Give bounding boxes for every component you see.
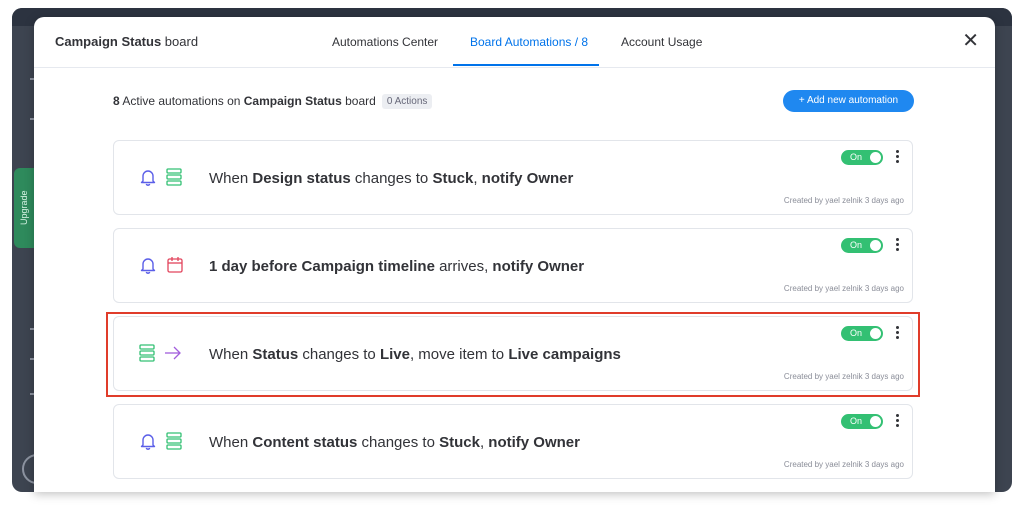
- automation-toggle[interactable]: On: [841, 414, 883, 429]
- summary-board-name: Campaign Status: [243, 94, 342, 108]
- modal-header: Campaign Status board Automations Center…: [34, 17, 995, 68]
- recipe-keyword: Design status: [252, 170, 351, 187]
- more-options-icon[interactable]: [895, 150, 901, 164]
- automation-toggle[interactable]: On: [841, 238, 883, 253]
- tab-account-usage[interactable]: Account Usage: [621, 35, 702, 49]
- created-by-text: Created by yael zelnik 3 days ago: [783, 284, 904, 293]
- recipe-keyword: Stuck: [439, 434, 480, 451]
- automation-toggle[interactable]: On: [841, 150, 883, 165]
- actions-badge: 0 Actions: [381, 94, 433, 109]
- summary-text: Active automations on: [119, 94, 244, 108]
- recipe-keyword: notify Owner: [481, 170, 574, 187]
- recipe-text: changes to: [350, 170, 433, 187]
- tab-automations-center[interactable]: Automations Center: [332, 35, 438, 49]
- automation-card[interactable]: When Design status changes to Stuck, not…: [113, 140, 913, 215]
- recipe-keyword: Campaign timeline: [301, 258, 435, 275]
- recipe-keyword: 1 day before: [209, 258, 302, 275]
- more-options-icon[interactable]: [895, 414, 901, 428]
- bell-icon: [139, 432, 157, 455]
- created-by-text: Created by yael zelnik 3 days ago: [783, 196, 904, 205]
- automation-recipe: When Design status changes to Stuck, not…: [209, 170, 573, 187]
- close-icon[interactable]: ✕: [962, 31, 979, 51]
- toggle-label: On: [850, 240, 863, 250]
- automations-modal: Campaign Status board Automations Center…: [34, 17, 995, 492]
- recipe-text: arrives,: [434, 258, 493, 275]
- upgrade-tab: Upgrade: [14, 168, 34, 248]
- toggle-knob: [870, 152, 881, 163]
- automation-icons: [139, 256, 184, 279]
- tab-board-automations[interactable]: Board Automations / 8: [470, 35, 588, 49]
- toggle-knob: [870, 416, 881, 427]
- toggle-label: On: [850, 416, 863, 426]
- recipe-keyword: notify Owner: [488, 434, 580, 451]
- status-column-icon: [166, 431, 182, 455]
- recipe-text: ,: [473, 170, 482, 187]
- highlight-box: [106, 312, 920, 397]
- bell-icon: [139, 256, 157, 279]
- add-automation-button[interactable]: + Add new automation: [783, 90, 914, 112]
- board-name: Campaign Status: [55, 34, 162, 49]
- modal-title: Campaign Status board: [55, 34, 198, 49]
- recipe-text: When: [209, 170, 253, 187]
- automation-recipe: 1 day before Campaign timeline arrives, …: [209, 258, 584, 275]
- summary-text-end: board: [341, 94, 376, 108]
- automation-icons: [139, 167, 182, 191]
- more-options-icon[interactable]: [895, 238, 901, 252]
- status-column-icon: [166, 167, 182, 191]
- recipe-text: changes to: [357, 434, 440, 451]
- automation-card[interactable]: 1 day before Campaign timeline arrives, …: [113, 228, 913, 303]
- created-by-text: Created by yael zelnik 3 days ago: [783, 460, 904, 469]
- automation-card[interactable]: When Content status changes to Stuck, no…: [113, 404, 913, 479]
- recipe-keyword: Content status: [252, 434, 358, 451]
- automation-icons: [139, 431, 182, 455]
- title-suffix: board: [161, 34, 199, 49]
- automation-count: 8: [113, 94, 120, 108]
- calendar-icon: [166, 256, 184, 279]
- automations-summary: 8 Active automations on Campaign Status …: [113, 94, 433, 109]
- toggle-label: On: [850, 152, 863, 162]
- recipe-keyword: Stuck: [432, 170, 474, 187]
- recipe-keyword: notify Owner: [492, 258, 585, 275]
- bell-icon: [139, 168, 157, 191]
- active-tab-indicator: [453, 64, 599, 66]
- automation-recipe: When Content status changes to Stuck, no…: [209, 434, 580, 451]
- recipe-text: When: [209, 434, 253, 451]
- toggle-knob: [870, 240, 881, 251]
